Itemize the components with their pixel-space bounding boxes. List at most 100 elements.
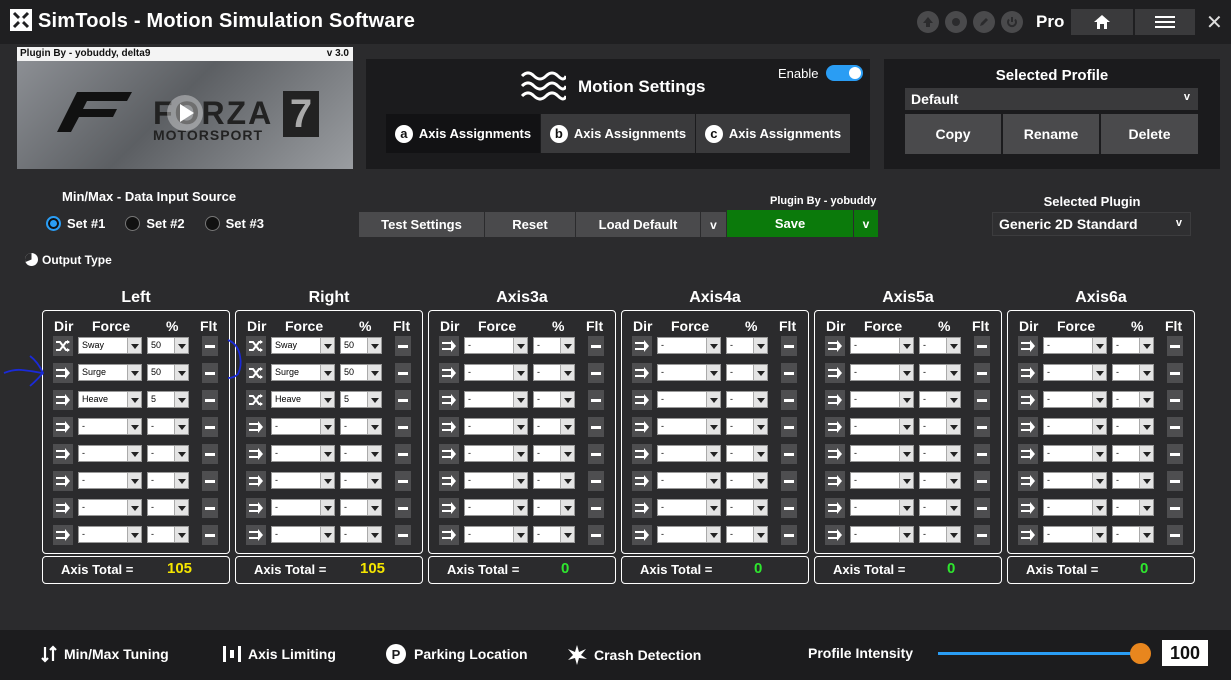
direction-arrow-icon[interactable] xyxy=(1018,525,1038,545)
force-select[interactable]: Surge xyxy=(271,364,335,381)
direction-arrow-icon[interactable] xyxy=(53,444,73,464)
direction-arrow-icon[interactable] xyxy=(53,471,73,491)
force-select[interactable]: - xyxy=(1043,391,1107,408)
percent-select[interactable]: - xyxy=(919,526,961,543)
direction-arrow-icon[interactable] xyxy=(439,498,459,518)
filter-minus-icon[interactable] xyxy=(1167,363,1183,383)
force-select[interactable]: - xyxy=(78,445,142,462)
percent-select[interactable]: - xyxy=(1112,418,1154,435)
filter-minus-icon[interactable] xyxy=(588,417,604,437)
reset-button[interactable]: Reset xyxy=(485,212,575,237)
percent-select[interactable]: - xyxy=(533,391,575,408)
filter-minus-icon[interactable] xyxy=(588,363,604,383)
force-select[interactable]: - xyxy=(78,472,142,489)
percent-select[interactable]: 5 xyxy=(340,391,382,408)
force-select[interactable]: Sway xyxy=(78,337,142,354)
filter-minus-icon[interactable] xyxy=(974,417,990,437)
tab-axis-assignments-c[interactable]: c Axis Assignments xyxy=(696,114,850,153)
filter-minus-icon[interactable] xyxy=(588,390,604,410)
force-select[interactable]: - xyxy=(850,364,914,381)
force-select[interactable]: - xyxy=(271,526,335,543)
direction-arrow-icon[interactable] xyxy=(632,471,652,491)
direction-arrow-icon[interactable] xyxy=(1018,336,1038,356)
percent-select[interactable]: - xyxy=(533,364,575,381)
filter-minus-icon[interactable] xyxy=(781,498,797,518)
direction-arrow-icon[interactable] xyxy=(825,390,845,410)
filter-minus-icon[interactable] xyxy=(1167,444,1183,464)
force-select[interactable]: - xyxy=(850,337,914,354)
filter-minus-icon[interactable] xyxy=(202,471,218,491)
percent-select[interactable]: - xyxy=(1112,391,1154,408)
profile-select[interactable]: Default v xyxy=(905,88,1198,110)
direction-arrow-icon[interactable] xyxy=(246,417,266,437)
force-select[interactable]: - xyxy=(1043,337,1107,354)
force-select[interactable]: - xyxy=(271,445,335,462)
radio-set-3[interactable]: Set #3 xyxy=(204,216,264,231)
filter-minus-icon[interactable] xyxy=(395,390,411,410)
filter-minus-icon[interactable] xyxy=(395,498,411,518)
test-settings-button[interactable]: Test Settings xyxy=(359,212,484,237)
direction-arrow-icon[interactable] xyxy=(246,471,266,491)
percent-select[interactable]: - xyxy=(726,526,768,543)
percent-select[interactable]: - xyxy=(726,418,768,435)
percent-select[interactable]: - xyxy=(919,337,961,354)
force-select[interactable]: - xyxy=(271,472,335,489)
crash-detection-button[interactable]: Crash Detection xyxy=(566,644,701,666)
filter-minus-icon[interactable] xyxy=(974,336,990,356)
power-icon[interactable] xyxy=(1001,11,1023,33)
filter-minus-icon[interactable] xyxy=(202,498,218,518)
force-select[interactable]: - xyxy=(850,526,914,543)
direction-arrow-icon[interactable] xyxy=(632,390,652,410)
filter-minus-icon[interactable] xyxy=(974,525,990,545)
filter-minus-icon[interactable] xyxy=(781,390,797,410)
percent-select[interactable]: - xyxy=(147,499,189,516)
filter-minus-icon[interactable] xyxy=(1167,525,1183,545)
filter-minus-icon[interactable] xyxy=(1167,390,1183,410)
force-select[interactable]: - xyxy=(464,445,528,462)
force-select[interactable]: - xyxy=(271,499,335,516)
direction-arrow-icon[interactable] xyxy=(53,417,73,437)
plugin-select[interactable]: Generic 2D Standard v xyxy=(992,212,1191,236)
burst-icon[interactable] xyxy=(945,11,967,33)
force-select[interactable]: - xyxy=(78,418,142,435)
force-select[interactable]: Heave xyxy=(78,391,142,408)
filter-minus-icon[interactable] xyxy=(202,417,218,437)
close-icon[interactable]: ✕ xyxy=(1206,10,1223,35)
direction-arrow-icon[interactable] xyxy=(439,336,459,356)
filter-minus-icon[interactable] xyxy=(781,363,797,383)
percent-select[interactable]: - xyxy=(340,472,382,489)
percent-select[interactable]: - xyxy=(1112,364,1154,381)
direction-arrow-icon[interactable] xyxy=(632,336,652,356)
direction-arrow-icon[interactable] xyxy=(632,417,652,437)
intensity-value-field[interactable]: 100 xyxy=(1162,640,1208,666)
force-select[interactable]: - xyxy=(850,472,914,489)
force-select[interactable]: - xyxy=(1043,418,1107,435)
percent-select[interactable]: - xyxy=(726,445,768,462)
direction-arrow-icon[interactable] xyxy=(53,390,73,410)
load-default-button[interactable]: Load Default xyxy=(576,212,700,237)
percent-select[interactable]: - xyxy=(919,391,961,408)
filter-minus-icon[interactable] xyxy=(202,390,218,410)
percent-select[interactable]: 50 xyxy=(340,364,382,381)
direction-arrow-icon[interactable] xyxy=(439,417,459,437)
filter-minus-icon[interactable] xyxy=(781,444,797,464)
percent-select[interactable]: 50 xyxy=(147,364,189,381)
percent-select[interactable]: - xyxy=(1112,445,1154,462)
force-select[interactable]: - xyxy=(464,364,528,381)
percent-select[interactable]: - xyxy=(919,499,961,516)
percent-select[interactable]: 50 xyxy=(340,337,382,354)
filter-minus-icon[interactable] xyxy=(588,498,604,518)
percent-select[interactable]: - xyxy=(726,364,768,381)
percent-select[interactable]: - xyxy=(919,418,961,435)
filter-minus-icon[interactable] xyxy=(202,525,218,545)
force-select[interactable]: - xyxy=(657,472,721,489)
filter-minus-icon[interactable] xyxy=(1167,417,1183,437)
force-select[interactable]: - xyxy=(1043,499,1107,516)
menu-button[interactable] xyxy=(1135,9,1195,35)
percent-select[interactable]: - xyxy=(147,418,189,435)
force-select[interactable]: - xyxy=(464,337,528,354)
percent-select[interactable]: - xyxy=(919,364,961,381)
filter-minus-icon[interactable] xyxy=(588,444,604,464)
filter-minus-icon[interactable] xyxy=(395,444,411,464)
direction-arrow-icon[interactable] xyxy=(632,498,652,518)
